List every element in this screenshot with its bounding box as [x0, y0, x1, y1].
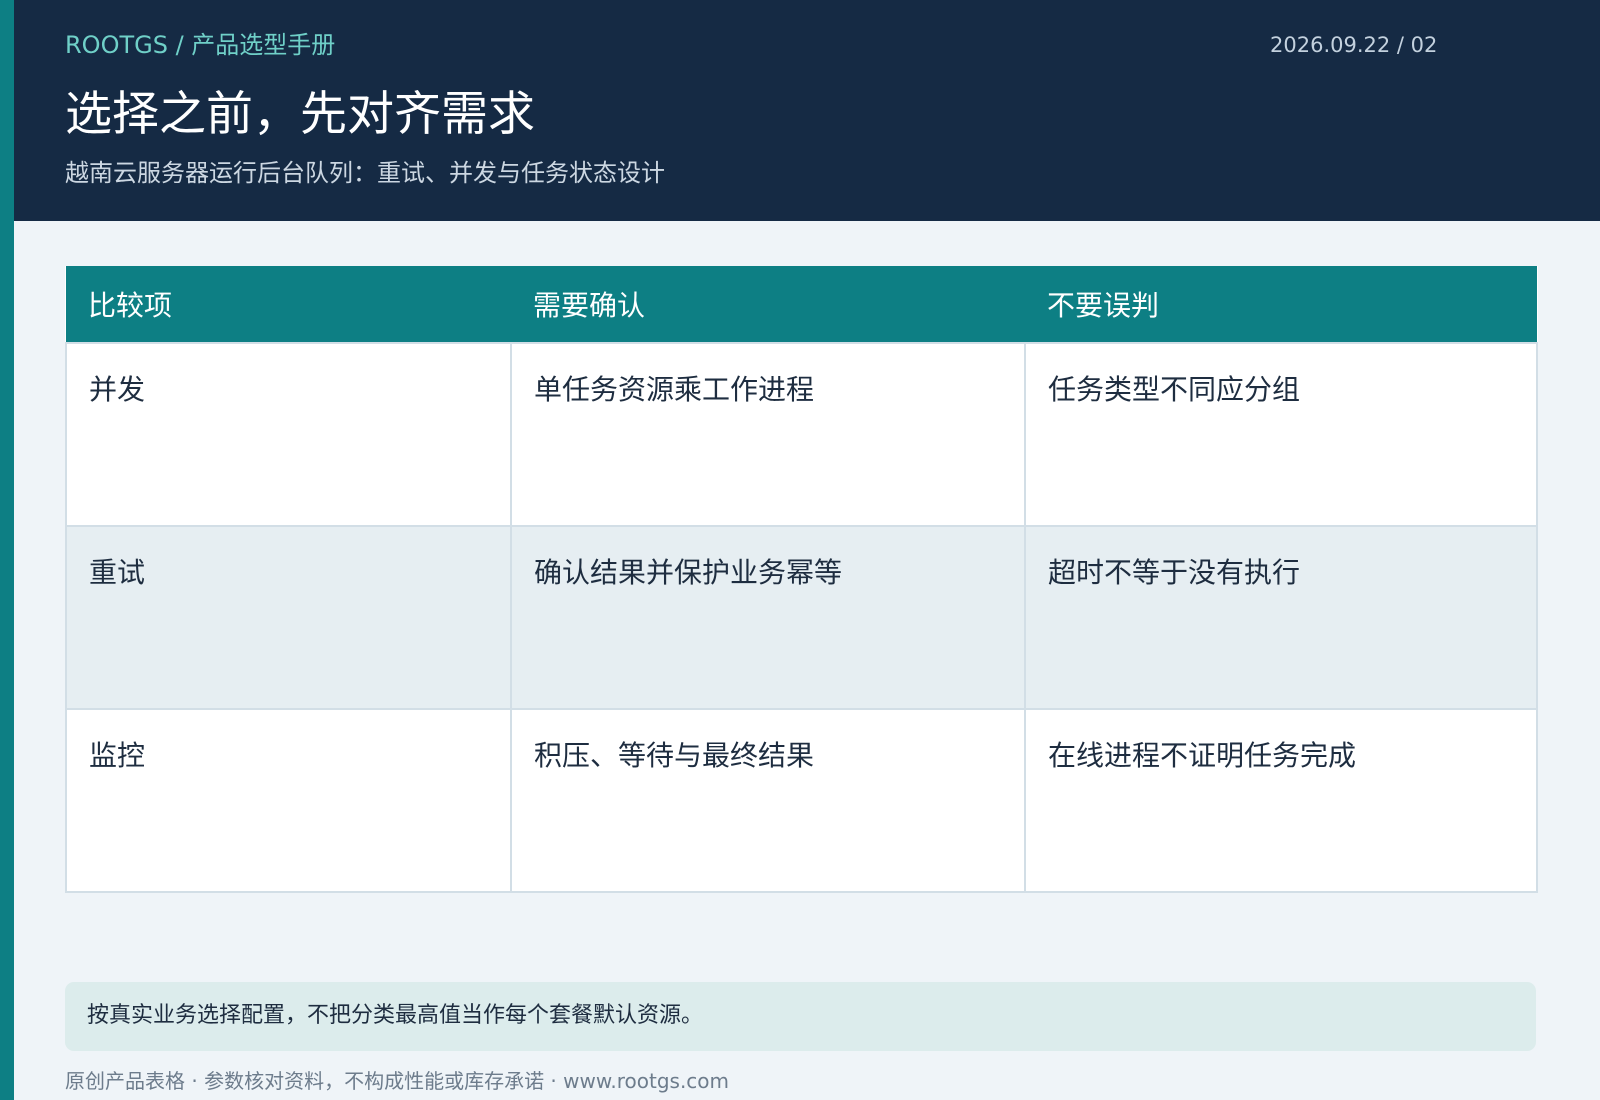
page-date-number: 2026.09.22 / 02	[1270, 33, 1438, 57]
page-header: ROOTGS / 产品选型手册 2026.09.22 / 02 选择之前，先对齐…	[14, 0, 1600, 221]
table-cell: 确认结果并保护业务幂等	[510, 525, 1026, 710]
column-header-item: 比较项	[66, 266, 511, 343]
table-cell: 任务类型不同应分组	[1024, 342, 1538, 527]
accent-bar	[0, 0, 14, 1100]
table-cell: 单任务资源乘工作进程	[510, 342, 1026, 527]
table-cell: 并发	[65, 342, 512, 527]
table-cell: 重试	[65, 525, 512, 710]
footer-text: 原创产品表格 · 参数核对资料，不构成性能或库存承诺 · www.rootgs.…	[65, 1069, 730, 1093]
table-cell: 监控	[65, 708, 512, 893]
table-cell: 积压、等待与最终结果	[510, 708, 1026, 893]
table-row: 监控 积压、等待与最终结果 在线进程不证明任务完成	[65, 708, 1538, 893]
comparison-table: 比较项 需要确认 不要误判 并发 单任务资源乘工作进程 任务类型不同应分组 重试…	[65, 266, 1538, 893]
page-subtitle: 越南云服务器运行后台队列：重试、并发与任务状态设计	[65, 159, 665, 187]
table-row: 重试 确认结果并保护业务幂等 超时不等于没有执行	[65, 525, 1538, 710]
page-title: 选择之前，先对齐需求	[65, 87, 535, 142]
note-box: 按真实业务选择配置，不把分类最高值当作每个套餐默认资源。	[65, 982, 1536, 1051]
table-cell: 超时不等于没有执行	[1024, 525, 1538, 710]
column-header-avoid: 不要误判	[1025, 266, 1537, 343]
table-row: 并发 单任务资源乘工作进程 任务类型不同应分组	[65, 342, 1538, 527]
note-text: 按真实业务选择配置，不把分类最高值当作每个套餐默认资源。	[87, 1003, 704, 1028]
column-header-confirm: 需要确认	[511, 266, 1025, 343]
table-header-row: 比较项 需要确认 不要误判	[66, 266, 1537, 343]
breadcrumb[interactable]: ROOTGS / 产品选型手册	[65, 29, 335, 61]
table-cell: 在线进程不证明任务完成	[1024, 708, 1538, 893]
